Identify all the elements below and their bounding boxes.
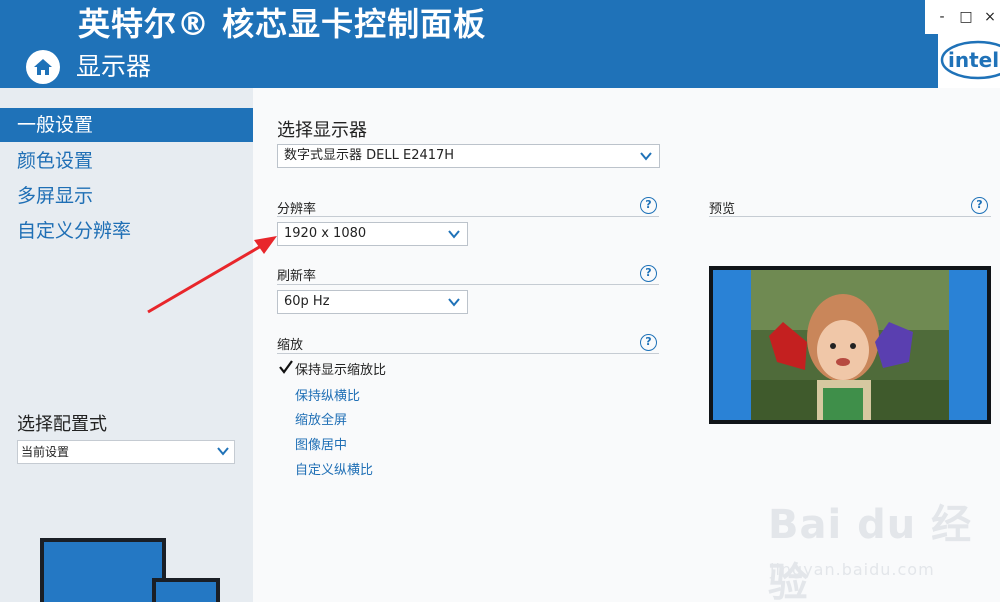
intel-logo: intel: [938, 34, 1000, 88]
divider: [709, 216, 991, 217]
sidebar-item-general[interactable]: 一般设置: [0, 108, 253, 142]
divider: [277, 216, 659, 217]
close-button[interactable]: ×: [981, 8, 999, 26]
sidebar-item-color[interactable]: 颜色设置: [0, 144, 253, 178]
display-select[interactable]: 数字式显示器 DELL E2417H: [277, 144, 660, 168]
preview-image: [709, 266, 991, 424]
resolution-label: 分辨率: [277, 202, 317, 217]
monitor-illustration: [40, 538, 220, 602]
config-select-value: 当前设置: [21, 445, 70, 459]
home-button[interactable]: [26, 50, 60, 84]
app-title: 英特尔® 核芯显卡控制面板: [78, 5, 487, 43]
chevron-down-icon: [448, 230, 460, 239]
section-title: 显示器: [76, 52, 152, 81]
app-header: 英特尔® 核芯显卡控制面板 显示器 - □ × intel: [0, 0, 1000, 88]
help-icon[interactable]: ?: [640, 197, 657, 214]
scaling-option-full-screen[interactable]: 缩放全屏: [295, 409, 347, 428]
help-icon[interactable]: ?: [971, 197, 988, 214]
sidebar: 一般设置 颜色设置 多屏显示 自定义分辨率 选择配置式 当前设置: [0, 88, 253, 602]
chevron-down-icon: [640, 152, 652, 161]
maximize-button[interactable]: □: [957, 8, 975, 26]
minimize-button[interactable]: -: [933, 8, 951, 26]
scaling-option-selected-label: 保持显示缩放比: [295, 363, 387, 378]
chevron-down-icon: [448, 298, 460, 307]
watermark-url: jingyan.baidu.com: [770, 560, 935, 579]
window-controls: - □ ×: [925, 0, 1000, 34]
help-icon[interactable]: ?: [640, 265, 657, 282]
config-select[interactable]: 当前设置: [17, 440, 235, 464]
check-icon: [279, 360, 293, 374]
preview-label: 预览: [709, 202, 736, 217]
scaling-option-custom-aspect[interactable]: 自定义纵横比: [295, 459, 373, 478]
scaling-option-center[interactable]: 图像居中: [295, 434, 347, 453]
divider: [277, 353, 659, 354]
annotation-arrow: [147, 236, 277, 314]
divider: [277, 284, 659, 285]
resolution-select[interactable]: 1920 x 1080: [277, 222, 468, 246]
preview-photo: [713, 270, 987, 420]
resolution-select-value: 1920 x 1080: [284, 226, 367, 241]
chevron-down-icon: [217, 447, 229, 456]
refresh-rate-select[interactable]: 60p Hz: [277, 290, 468, 314]
help-icon[interactable]: ?: [640, 334, 657, 351]
sidebar-item-multi-display[interactable]: 多屏显示: [0, 179, 253, 213]
home-icon: [34, 59, 52, 75]
scaling-option-keep-aspect[interactable]: 保持纵横比: [295, 385, 360, 404]
config-label: 选择配置式: [17, 414, 107, 435]
display-select-value: 数字式显示器 DELL E2417H: [284, 148, 455, 163]
scaling-option-selected[interactable]: 保持显示缩放比: [279, 359, 386, 378]
watermark: Bai du 经验: [768, 502, 973, 602]
svg-text:intel: intel: [948, 48, 999, 72]
select-display-title: 选择显示器: [277, 120, 367, 141]
scaling-label: 缩放: [277, 338, 304, 353]
refresh-rate-select-value: 60p Hz: [284, 294, 330, 309]
